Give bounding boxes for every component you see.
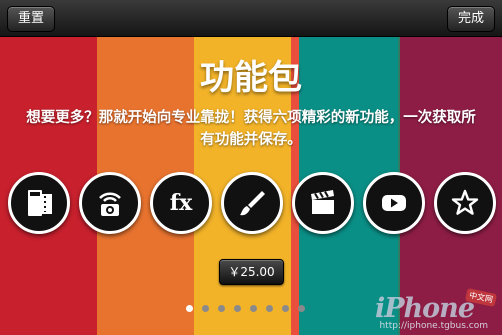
star-icon[interactable] — [434, 172, 496, 234]
page-dot[interactable] — [282, 305, 289, 312]
page-dot[interactable] — [218, 305, 225, 312]
film-icon[interactable] — [8, 172, 70, 234]
screen: 重置 完成 功能包 想要更多？那就开始向专业靠拢！获得六项精彩的新功能，一次获取… — [0, 0, 502, 335]
page-dot[interactable] — [298, 305, 305, 312]
done-button[interactable]: 完成 — [446, 6, 495, 32]
watermark: 中文网 iPhone http://iphone.tgbus.com — [364, 288, 498, 333]
brush-icon[interactable] — [221, 172, 283, 234]
top-toolbar: 重置 完成 — [0, 0, 502, 37]
reset-button[interactable]: 重置 — [7, 6, 56, 32]
page-dot[interactable] — [250, 305, 257, 312]
page-title: 功能包 — [200, 58, 302, 98]
play-icon[interactable] — [363, 172, 425, 234]
watermark-brand: iPhone — [374, 293, 475, 324]
fx-icon[interactable]: fx — [150, 172, 212, 234]
watermark-site: http://iphone.tgbus.com — [379, 321, 488, 331]
price-button[interactable]: ￥25.00 — [219, 259, 284, 285]
clapperboard-icon[interactable] — [292, 172, 354, 234]
page-dot[interactable] — [186, 305, 193, 312]
feature-icon-row: fx — [0, 172, 502, 234]
wifi-camera-icon[interactable] — [79, 172, 141, 234]
page-dot[interactable] — [266, 305, 273, 312]
page-dot[interactable] — [202, 305, 209, 312]
fx-label: fx — [169, 190, 193, 216]
promo-description: 想要更多？那就开始向专业靠拢！获得六项精彩的新功能，一次获取所有功能并保存。 — [26, 110, 476, 148]
page-dot[interactable] — [234, 305, 241, 312]
